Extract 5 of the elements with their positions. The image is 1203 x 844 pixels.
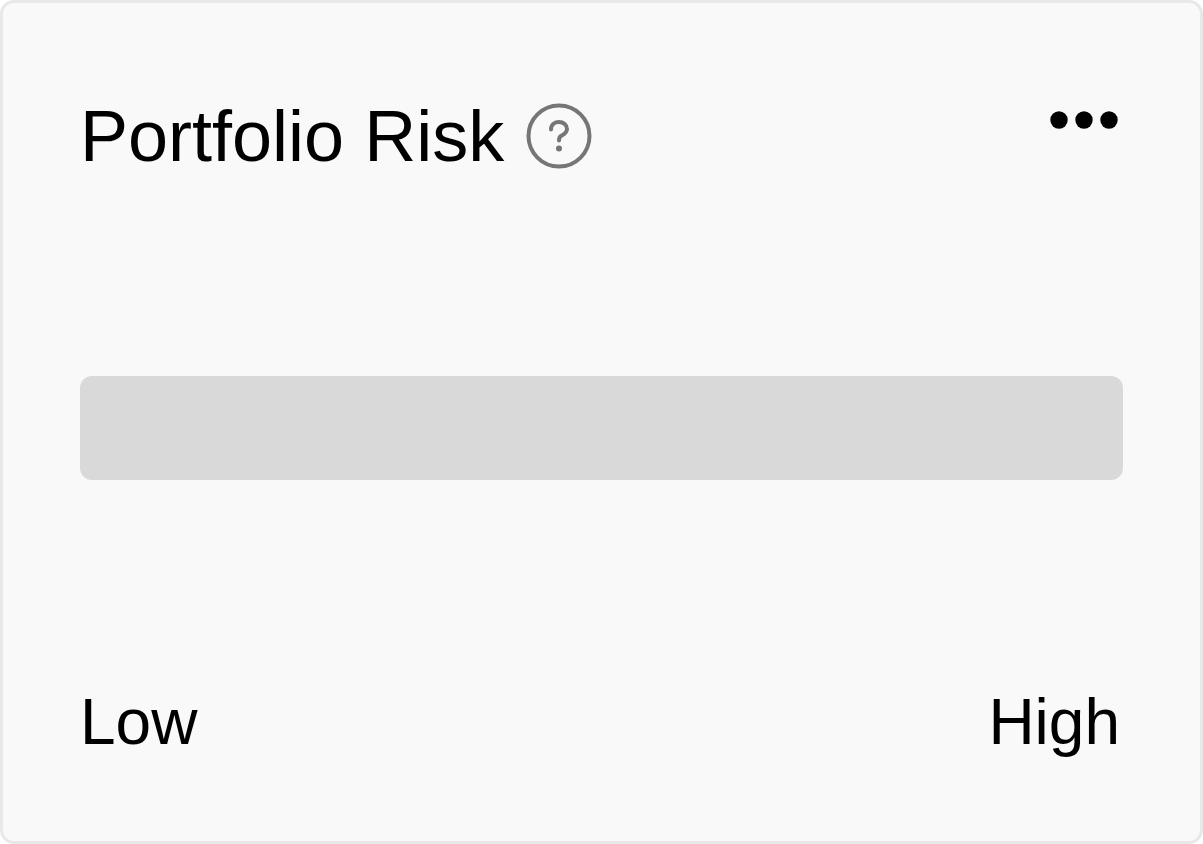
more-icon bbox=[1050, 111, 1118, 129]
high-label: High bbox=[988, 686, 1120, 758]
help-icon[interactable] bbox=[526, 103, 593, 169]
low-label: Low bbox=[80, 686, 198, 758]
card-title: Portfolio Risk bbox=[80, 96, 505, 176]
